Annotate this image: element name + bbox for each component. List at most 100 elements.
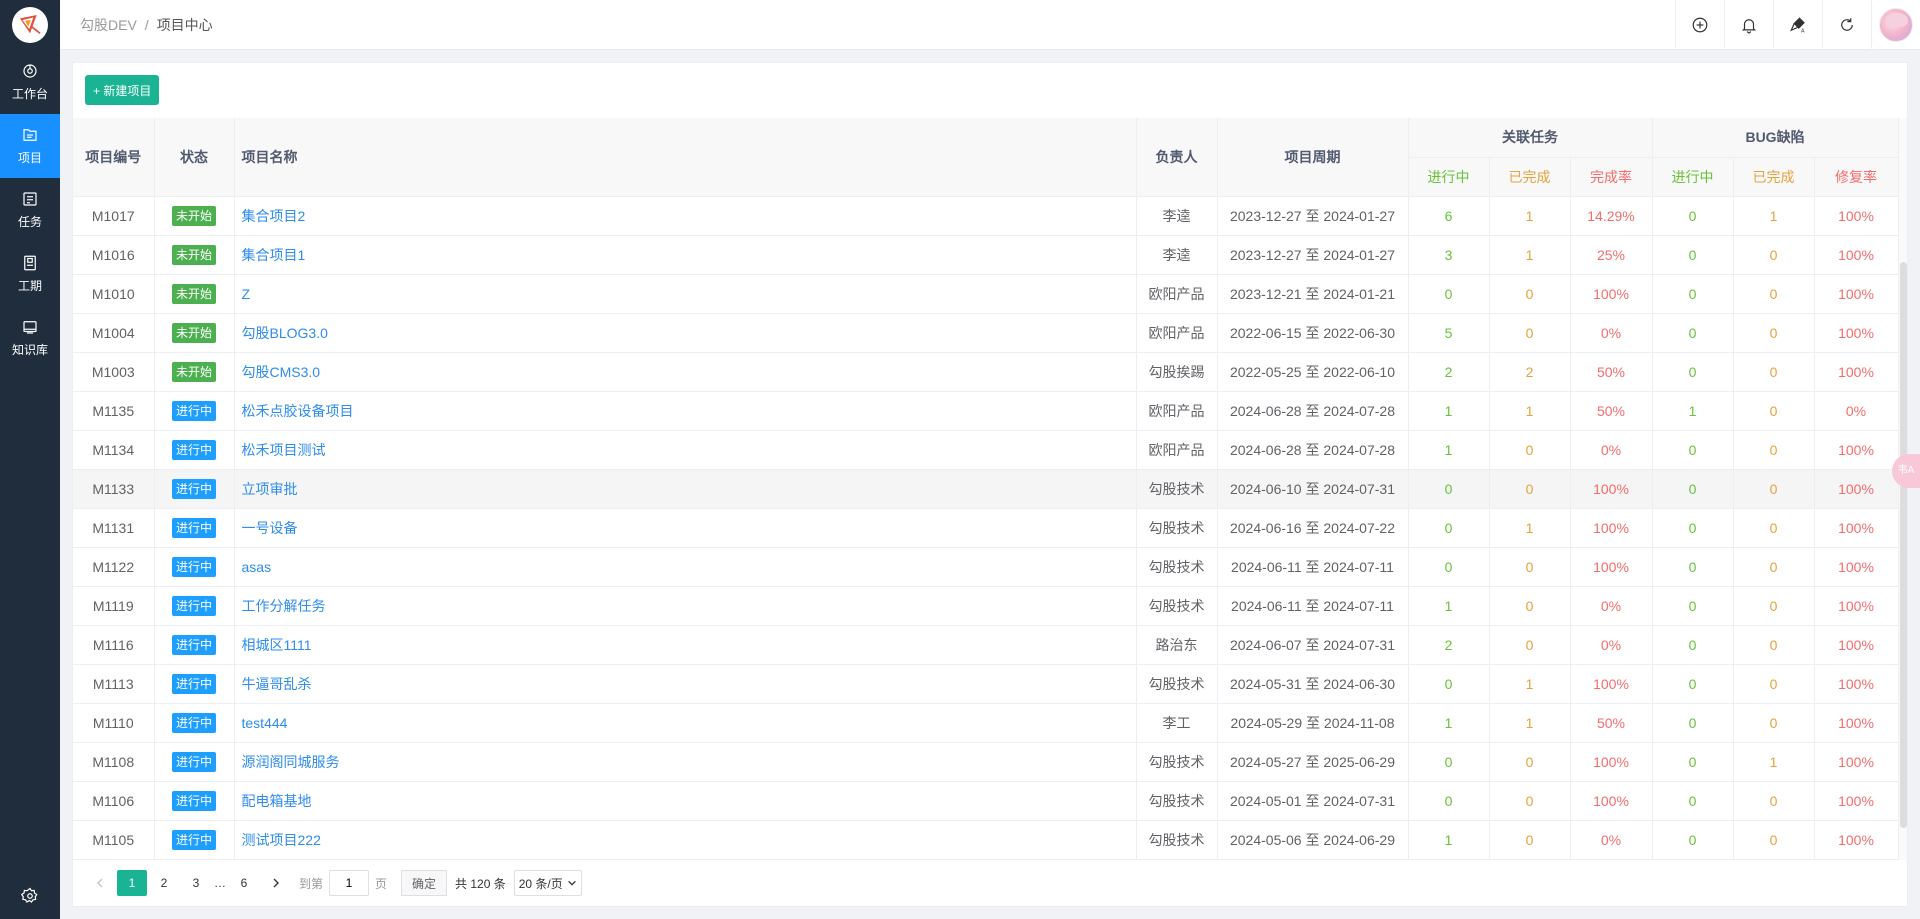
cell-bug-in-progress: 0 [1652,469,1734,509]
vertical-scrollbar[interactable] [1898,118,1907,860]
status-badge: 未开始 [171,283,216,304]
bell-icon[interactable] [1724,0,1773,50]
table-row[interactable]: M1004 未开始 勾股BLOG3.0 欧阳产品 2022-06-15 至 2022-0… [73,313,1899,353]
table-row[interactable]: M1106 进行中 配电箱基地 勾股技术 2024-05-01 至 2024-07-31… [73,781,1899,821]
cell-name[interactable]: 勾股CMS3.0 [234,352,1137,392]
goto-page-input[interactable] [329,870,370,896]
cell-task-rate: 0% [1570,586,1653,626]
cell-owner: 欧阳产品 [1136,430,1218,470]
status-badge: 进行中 [171,439,216,460]
sidebar: 工作台项目任务工期知识库 [0,0,60,919]
cell-task-rate: 100% [1570,742,1653,782]
table-row[interactable]: M1105 进行中 测试项目222 勾股技术 2024-05-06 至 2024-06-… [73,820,1899,860]
cell-bug-in-progress: 0 [1652,742,1734,782]
logo-icon [12,7,48,43]
cell-period: 2023-12-27 至 2024-01-27 [1217,235,1409,275]
nav-item-1[interactable]: 项目 [0,114,60,178]
add-icon[interactable] [1675,0,1724,50]
settings-icon[interactable] [0,887,60,905]
cell-bug-done: 0 [1733,625,1815,665]
project-table: 项目编号 状态 项目名称 负责人 项目周期 关联任务 BUG缺陷 进行中 已完成… [73,118,1899,860]
logo[interactable] [0,0,60,50]
schedule-icon [21,254,39,277]
cell-name[interactable]: 牛逼哥乱杀 [234,664,1137,704]
cell-name[interactable]: 相城区1111 [234,625,1137,665]
cell-bug-fix-rate: 100% [1814,469,1899,509]
table-row[interactable]: M1003 未开始 勾股CMS3.0 勾股挨踢 2022-05-25 至 2022-06… [73,352,1899,392]
cell-task-in-progress: 1 [1408,430,1490,470]
nav-item-4[interactable]: 知识库 [0,306,60,370]
table-row[interactable]: M1113 进行中 牛逼哥乱杀 勾股技术 2024-05-31 至 2024-06-30… [73,664,1899,704]
cell-task-done: 1 [1489,703,1571,743]
cell-name[interactable]: 一号设备 [234,508,1137,548]
cell-name[interactable]: 集合项目1 [234,235,1137,275]
next-page-icon[interactable] [261,870,291,896]
nav-item-0[interactable]: 工作台 [0,50,60,114]
status-badge: 进行中 [171,595,216,616]
cell-name[interactable]: 集合项目2 [234,196,1137,236]
page-button[interactable]: 3 [181,870,211,896]
refresh-icon[interactable] [1822,0,1871,50]
cell-name[interactable]: Z [234,274,1137,314]
cell-name[interactable]: 测试项目222 [234,820,1137,860]
cell-name[interactable]: 工作分解任务 [234,586,1137,626]
cell-task-rate: 100% [1570,547,1653,587]
table-row[interactable]: M1131 进行中 一号设备 勾股技术 2024-06-16 至 2024-07-22 0… [73,508,1899,548]
breadcrumb: 勾股DEV / 项目中心 [60,15,213,35]
cell-bug-fix-rate: 100% [1814,703,1899,743]
page-size-select[interactable]: 20 条/页 [513,870,582,896]
nav-item-2[interactable]: 任务 [0,178,60,242]
cell-name[interactable]: 松禾项目测试 [234,430,1137,470]
nav-item-label: 工期 [17,279,42,293]
cell-period: 2024-05-06 至 2024-06-29 [1217,820,1409,860]
cell-name[interactable]: 勾股BLOG3.0 [234,313,1137,353]
table-row[interactable]: M1133 进行中 立项审批 勾股技术 2024-06-10 至 2024-07-31 0… [73,469,1899,509]
table-row[interactable]: M1135 进行中 松禾点胶设备项目 欧阳产品 2024-06-28 至 2024-07… [73,391,1899,431]
header-bug-in-progress: 进行中 [1652,157,1734,197]
table-row[interactable]: M1110 进行中 test444 李工 2024-05-29 至 2024-11-08… [73,703,1899,743]
cell-name[interactable]: 松禾点胶设备项目 [234,391,1137,431]
status-badge: 进行中 [171,634,216,655]
clear-cache-icon[interactable]: A [1773,0,1822,50]
breadcrumb-root[interactable]: 勾股DEV [80,15,137,35]
header-task-group: 关联任务 [1408,118,1653,158]
cell-name[interactable]: asas [234,547,1137,587]
header-task-rate: 完成率 [1570,157,1653,197]
prev-page-icon[interactable] [85,870,115,896]
cell-name[interactable]: 立项审批 [234,469,1137,509]
cell-code: M1113 [73,664,155,704]
cell-status: 进行中 [154,664,235,704]
table-row[interactable]: M1116 进行中 相城区1111 路治东 2024-06-07 至 2024-07-3… [73,625,1899,665]
table-row[interactable]: M1010 未开始 Z 欧阳产品 2023-12-21 至 2024-01-21 0 0 10… [73,274,1899,314]
cell-code: M1105 [73,820,155,860]
cell-code: M1108 [73,742,155,782]
cell-name[interactable]: 源润阁同城服务 [234,742,1137,782]
table-row[interactable]: M1134 进行中 松禾项目测试 欧阳产品 2024-06-28 至 2024-07-2… [73,430,1899,470]
cell-name[interactable]: 配电箱基地 [234,781,1137,821]
cell-owner: 路治东 [1136,625,1218,665]
page-button[interactable]: 6 [229,870,259,896]
nav-item-label: 项目 [17,151,42,165]
floating-assistant-badge[interactable]: 韦A [1892,454,1920,488]
scrollbar-thumb[interactable] [1900,262,1907,828]
user-avatar-button[interactable] [1871,0,1920,50]
goto-confirm-button[interactable]: 确定 [401,870,448,896]
page-button[interactable]: 2 [149,870,179,896]
nav-item-3[interactable]: 工期 [0,242,60,306]
new-project-button[interactable]: + 新建项目 [85,75,160,105]
nav-item-label: 知识库 [11,343,48,357]
cell-name[interactable]: test444 [234,703,1137,743]
page-button[interactable]: 1 [117,870,147,896]
cell-owner: 李工 [1136,703,1218,743]
table-row[interactable]: M1016 未开始 集合项目1 李逵 2023-12-27 至 2024-01-27 3 1… [73,235,1899,275]
cell-task-done: 2 [1489,352,1571,392]
cell-bug-done: 0 [1733,391,1815,431]
cell-bug-done: 0 [1733,352,1815,392]
cell-task-rate: 25% [1570,235,1653,275]
table-row[interactable]: M1119 进行中 工作分解任务 勾股技术 2024-06-11 至 2024-07-1… [73,586,1899,626]
table-row[interactable]: M1108 进行中 源润阁同城服务 勾股技术 2024-05-27 至 2025-06-… [73,742,1899,782]
table-row[interactable]: M1122 进行中 asas 勾股技术 2024-06-11 至 2024-07-11 0… [73,547,1899,587]
cell-bug-fix-rate: 100% [1814,430,1899,470]
cell-status: 进行中 [154,469,235,509]
table-row[interactable]: M1017 未开始 集合项目2 李逵 2023-12-27 至 2024-01-27 6 1… [73,196,1899,236]
